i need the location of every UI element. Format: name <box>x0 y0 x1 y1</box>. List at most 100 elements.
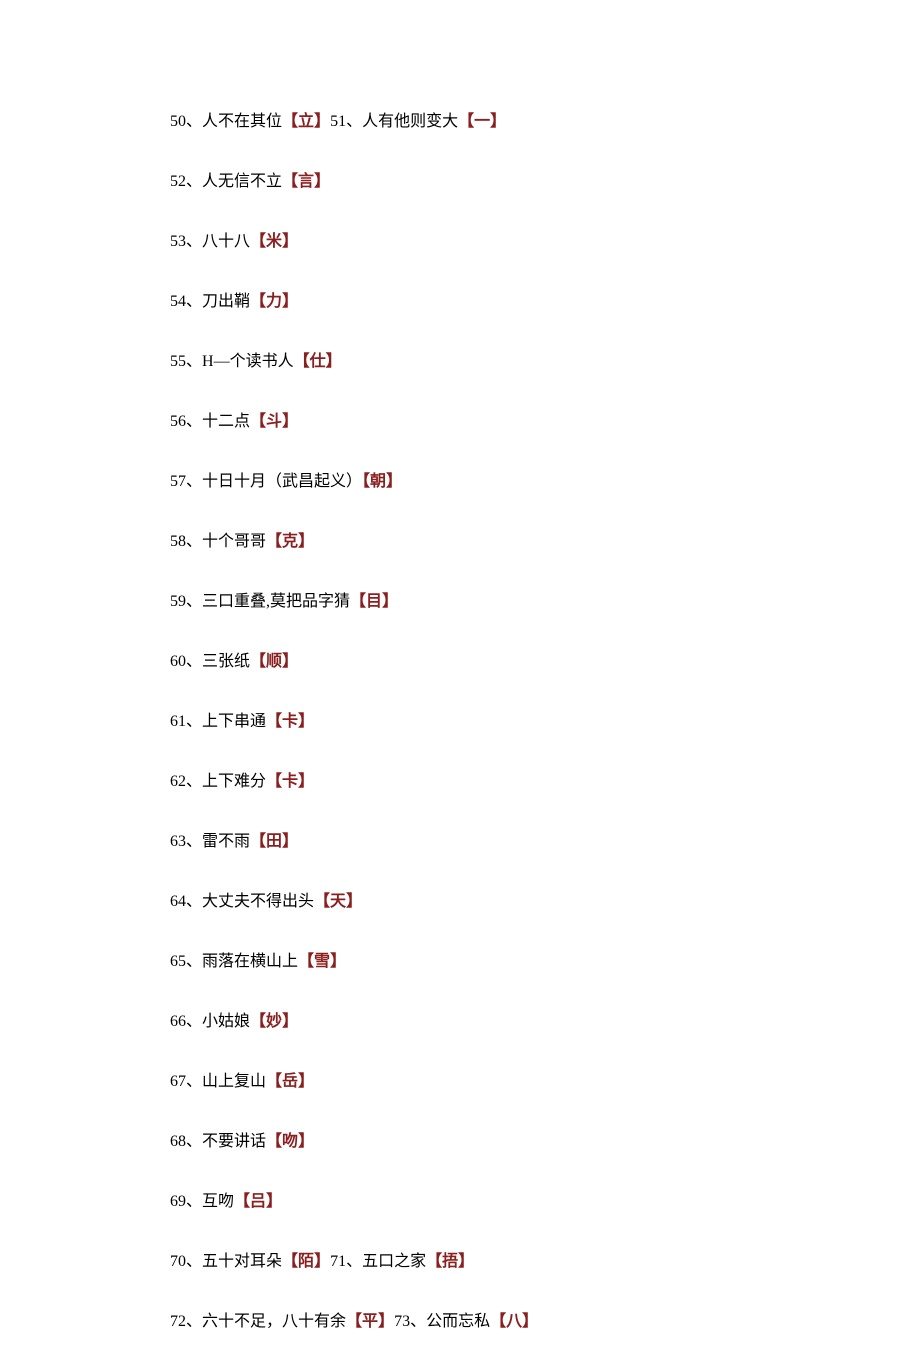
separator: 、 <box>186 653 202 670</box>
entry-answer: 【岳】 <box>266 1073 314 1090</box>
riddle-entry: 54、刀出鞘【力】 <box>170 293 298 310</box>
riddle-entry: 56、十二点【斗】 <box>170 413 298 430</box>
riddle-entry: 63、雷不雨【田】 <box>170 833 298 850</box>
riddle-entry: 51、人有他则变大【一】 <box>330 113 506 130</box>
entry-clue: 互吻 <box>202 1193 234 1210</box>
separator: 、 <box>186 593 202 610</box>
riddle-line: 72、六十不足，八十有余【平】73、公而忘私【八】 <box>170 1310 770 1334</box>
entry-number: 62 <box>170 773 186 790</box>
riddle-entry: 72、六十不足，八十有余【平】 <box>170 1313 394 1330</box>
entry-number: 65 <box>170 953 186 970</box>
entry-answer: 【吕】 <box>234 1193 282 1210</box>
entry-number: 72 <box>170 1313 186 1330</box>
entry-number: 63 <box>170 833 186 850</box>
entry-number: 59 <box>170 593 186 610</box>
entry-answer: 【卡】 <box>266 713 314 730</box>
entry-clue: 三口重叠,莫把品字猜 <box>202 593 350 610</box>
answer-text: 八 <box>506 1313 522 1330</box>
riddle-entry: 50、人不在其位【立】 <box>170 113 330 130</box>
riddle-entry: 55、H—个读书人【仕】 <box>170 353 342 370</box>
entry-clue: 上下串通 <box>202 713 266 730</box>
entry-answer: 【陌】 <box>282 1253 330 1270</box>
separator: 、 <box>186 1013 202 1030</box>
entry-number: 50 <box>170 113 186 130</box>
entry-answer: 【言】 <box>282 173 330 190</box>
riddle-entry: 69、互吻【吕】 <box>170 1193 282 1210</box>
riddle-line: 66、小姑娘【妙】 <box>170 1010 770 1034</box>
answer-text: 米 <box>266 233 282 250</box>
separator: 、 <box>186 1193 202 1210</box>
answer-text: 妙 <box>266 1013 282 1030</box>
entry-clue: 八十八 <box>202 233 250 250</box>
entry-number: 73 <box>394 1313 410 1330</box>
answer-text: 吻 <box>282 1133 298 1150</box>
answer-text: 雪 <box>314 953 330 970</box>
answer-text: 田 <box>266 833 282 850</box>
entry-clue: H—个读书人 <box>202 353 294 370</box>
answer-text: 吕 <box>250 1193 266 1210</box>
riddle-line: 68、不要讲话【吻】 <box>170 1130 770 1154</box>
entry-answer: 【顺】 <box>250 653 298 670</box>
riddle-line: 58、十个哥哥【克】 <box>170 530 770 554</box>
separator: 、 <box>346 113 362 130</box>
entry-number: 61 <box>170 713 186 730</box>
entry-clue: 小姑娘 <box>202 1013 250 1030</box>
entry-answer: 【朝】 <box>362 473 402 490</box>
entry-number: 71 <box>330 1253 346 1270</box>
riddle-entry: 60、三张纸【顺】 <box>170 653 298 670</box>
riddle-entry: 58、十个哥哥【克】 <box>170 533 314 550</box>
answer-text: 卡 <box>282 773 298 790</box>
entry-number: 51 <box>330 113 346 130</box>
entry-number: 69 <box>170 1193 186 1210</box>
riddle-entry: 53、八十八【米】 <box>170 233 298 250</box>
entry-number: 55 <box>170 353 186 370</box>
riddle-entry: 66、小姑娘【妙】 <box>170 1013 298 1030</box>
riddle-entry: 71、五口之家【捂】 <box>330 1253 474 1270</box>
separator: 、 <box>186 293 202 310</box>
riddle-line: 61、上下串通【卡】 <box>170 710 770 734</box>
entry-number: 57 <box>170 473 186 490</box>
separator: 、 <box>186 1313 202 1330</box>
entry-answer: 【天】 <box>314 893 362 910</box>
separator: 、 <box>410 1313 426 1330</box>
entry-answer: 【八】 <box>490 1313 538 1330</box>
riddle-entry: 65、雨落在横山上【雪】 <box>170 953 346 970</box>
entry-clue: 五口之家 <box>362 1253 426 1270</box>
entry-clue: 十日十月（武昌起义） <box>202 473 362 490</box>
entry-number: 53 <box>170 233 186 250</box>
answer-text: 天 <box>330 893 346 910</box>
entry-answer: 【克】 <box>266 533 314 550</box>
separator: 、 <box>186 893 202 910</box>
separator: 、 <box>186 233 202 250</box>
entry-number: 66 <box>170 1013 186 1030</box>
riddle-line: 50、人不在其位【立】51、人有他则变大【一】 <box>170 110 770 134</box>
entry-number: 52 <box>170 173 186 190</box>
entry-number: 58 <box>170 533 186 550</box>
riddle-line: 60、三张纸【顺】 <box>170 650 770 674</box>
entry-clue: 十个哥哥 <box>202 533 266 550</box>
answer-text: 朝 <box>370 473 386 490</box>
riddle-entry: 59、三口重叠,莫把品字猜【目】 <box>170 593 398 610</box>
answer-text: 目 <box>366 593 382 610</box>
riddle-line: 65、雨落在横山上【雪】 <box>170 950 770 974</box>
separator: 、 <box>186 1253 202 1270</box>
entry-answer: 【平】 <box>346 1313 394 1330</box>
separator: 、 <box>186 353 202 370</box>
entry-number: 67 <box>170 1073 186 1090</box>
entry-clue: 上下难分 <box>202 773 266 790</box>
entry-number: 68 <box>170 1133 186 1150</box>
riddle-line: 67、山上复山【岳】 <box>170 1070 770 1094</box>
answer-text: 一 <box>474 113 490 130</box>
separator: 、 <box>186 413 202 430</box>
entry-answer: 【斗】 <box>250 413 298 430</box>
separator: 、 <box>186 773 202 790</box>
entry-answer: 【立】 <box>282 113 330 130</box>
entry-number: 70 <box>170 1253 186 1270</box>
separator: 、 <box>186 953 202 970</box>
entry-number: 64 <box>170 893 186 910</box>
riddle-entry: 61、上下串通【卡】 <box>170 713 314 730</box>
answer-text: 卡 <box>282 713 298 730</box>
riddle-line: 53、八十八【米】 <box>170 230 770 254</box>
entry-clue: 六十不足，八十有余 <box>202 1313 346 1330</box>
riddle-line: 59、三口重叠,莫把品字猜【目】 <box>170 590 770 614</box>
